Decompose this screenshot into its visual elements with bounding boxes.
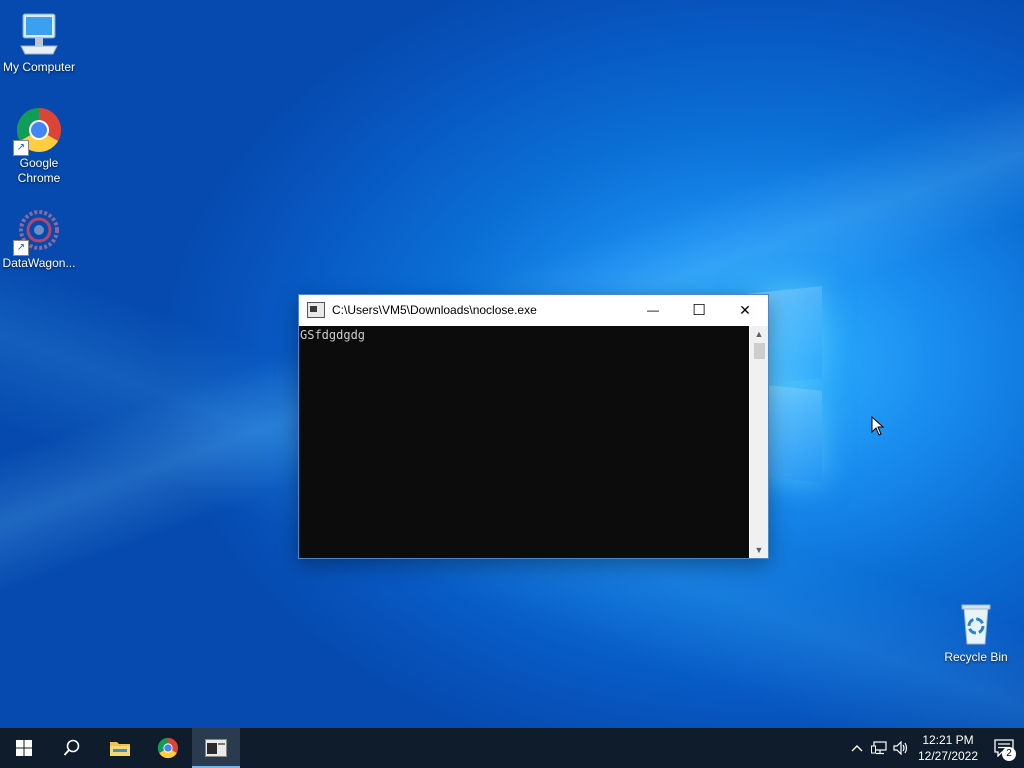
- taskbar-file-explorer[interactable]: [96, 728, 144, 768]
- mouse-cursor-icon: [871, 415, 885, 436]
- datawagon-icon: ↗: [13, 206, 63, 256]
- recycle-bin-icon: [952, 600, 1000, 648]
- close-icon: ✕: [739, 301, 751, 318]
- console-app-icon: [307, 302, 325, 318]
- chrome-icon: [157, 737, 179, 759]
- console-app-icon: [205, 739, 227, 757]
- start-button[interactable]: [0, 728, 48, 768]
- clock-time: 12:21 PM: [922, 733, 974, 747]
- desktop-icon-label: My Computer: [2, 60, 76, 74]
- action-center-button[interactable]: 2: [984, 728, 1024, 768]
- search-button[interactable]: [48, 728, 96, 768]
- network-icon[interactable]: [868, 728, 890, 768]
- maximize-button[interactable]: ☐: [676, 295, 722, 325]
- show-hidden-icons-chevron-icon[interactable]: [846, 728, 868, 768]
- scroll-up-arrow-icon[interactable]: ▲: [750, 326, 768, 342]
- maximize-icon: ☐: [692, 302, 706, 319]
- taskbar-chrome[interactable]: [144, 728, 192, 768]
- vertical-scrollbar[interactable]: ▲ ▼: [750, 326, 768, 558]
- taskbar-console-app[interactable]: [192, 728, 240, 768]
- title-bar[interactable]: C:\Users\VM5\Downloads\noclose.exe — ☐ ✕: [299, 295, 768, 325]
- recycle-bin-label: Recycle Bin: [944, 650, 1008, 664]
- desktop-icon-label: DataWagon...: [2, 256, 76, 270]
- shortcut-arrow-icon: ↗: [13, 140, 29, 156]
- taskbar: 12:21 PM 12/27/2022 2: [0, 728, 1024, 768]
- minimize-icon: —: [647, 303, 659, 317]
- console-window[interactable]: C:\Users\VM5\Downloads\noclose.exe — ☐ ✕…: [298, 294, 769, 559]
- system-tray: 12:21 PM 12/27/2022 2: [846, 728, 1024, 768]
- console-output[interactable]: GSfdgdgdg: [299, 326, 749, 558]
- minimize-button[interactable]: —: [630, 295, 676, 325]
- desktop-icon-google-chrome[interactable]: ↗ Google Chrome: [0, 106, 78, 186]
- scroll-thumb[interactable]: [754, 343, 765, 359]
- volume-icon[interactable]: [890, 728, 912, 768]
- desktop-icon-my-computer[interactable]: My Computer: [0, 10, 78, 75]
- desktop-icon-label: Google Chrome: [17, 156, 61, 185]
- file-explorer-icon: [110, 742, 130, 756]
- windows-start-icon: [16, 740, 32, 756]
- monitor-icon: [15, 10, 63, 58]
- desktop-icon-recycle-bin[interactable]: Recycle Bin: [940, 600, 1012, 664]
- window-title: C:\Users\VM5\Downloads\noclose.exe: [332, 303, 537, 317]
- desktop-icon-datawagon[interactable]: ↗ DataWagon...: [0, 206, 78, 271]
- notification-count-badge: 2: [1002, 747, 1016, 761]
- clock[interactable]: 12:21 PM 12/27/2022: [912, 732, 984, 764]
- search-icon: [63, 739, 80, 756]
- shortcut-arrow-icon: ↗: [13, 240, 29, 256]
- scroll-down-arrow-icon[interactable]: ▼: [750, 542, 768, 558]
- chrome-icon: ↗: [13, 106, 63, 156]
- console-output-text: GSfdgdgdg: [300, 328, 366, 342]
- clock-date: 12/27/2022: [917, 749, 979, 763]
- close-button[interactable]: ✕: [722, 295, 768, 325]
